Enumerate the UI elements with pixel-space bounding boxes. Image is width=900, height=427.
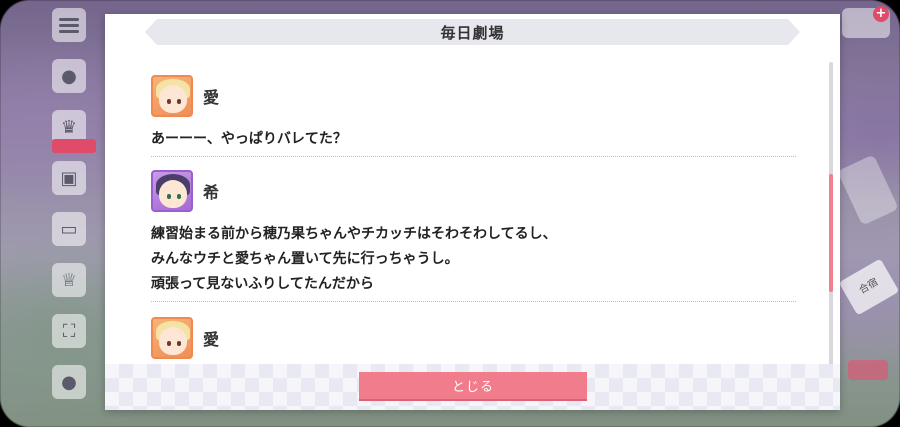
speaker-row: 愛 <box>151 316 796 360</box>
nozomi-avatar <box>151 170 193 212</box>
add-currency-button[interactable]: + <box>873 6 889 22</box>
scrollbar-track[interactable] <box>829 62 833 368</box>
ai-avatar <box>151 317 193 359</box>
expand-button[interactable]: ⛶ <box>52 314 86 348</box>
hamburger-icon <box>59 15 79 36</box>
entry-divider <box>151 156 796 157</box>
dialogue-line: 練習始まる前から穂乃果ちゃんやチカッチはそわそわしてるし、 みんなウチと愛ちゃん… <box>151 222 796 297</box>
close-button[interactable]: とじる <box>359 372 587 401</box>
background-banner <box>848 360 888 380</box>
log-entry: 愛 <box>151 316 796 360</box>
speaker-name: 希 <box>203 183 220 202</box>
dialog-log[interactable]: 愛 あーーー、やっぱりバレてた？ 希 練習始まる前から穂乃果ちゃんやチカッチはそ… <box>105 69 840 369</box>
tv-button[interactable]: ▭ <box>52 212 86 246</box>
crown-button[interactable]: ♕ <box>52 263 86 297</box>
dialogue-line-1: 練習始まる前から穂乃果ちゃんやチカッチはそわそわしてるし、 <box>151 226 557 242</box>
speaker-row: 愛 <box>151 74 796 118</box>
ai-avatar <box>151 75 193 117</box>
dialog-title: 毎日劇場 <box>440 23 505 42</box>
speaker-name: 愛 <box>203 330 220 349</box>
chat-button[interactable]: ● <box>52 59 86 93</box>
profile-icon: ● <box>61 371 77 393</box>
daily-theater-dialog: 毎日劇場 愛 あーーー、やっぱりバレてた？ 希 練習始まる前から穂乃果ちゃんやチ… <box>105 14 840 410</box>
side-menu: ● ♛ ▣ ▭ ♕ ⛶ ● <box>52 8 96 416</box>
gift-button[interactable]: ▣ <box>52 161 86 195</box>
speaker-name: 愛 <box>203 88 220 107</box>
scrollbar-thumb[interactable] <box>829 174 833 292</box>
entry-divider <box>151 301 796 302</box>
dialogue-line: あーーー、やっぱりバレてた？ <box>151 131 347 147</box>
log-entry: 愛 あーーー、やっぱりバレてた？ <box>151 74 796 157</box>
dialog-title-bar: 毎日劇場 <box>145 19 800 45</box>
chat-icon: ● <box>61 65 77 87</box>
crown-icon: ♕ <box>60 269 78 291</box>
gift-icon: ▣ <box>60 167 78 189</box>
dialogue-line-3: 頑張って見ないふりしてたんだから <box>151 276 374 292</box>
plus-icon: + <box>875 6 887 21</box>
log-entry: 希 練習始まる前から穂乃果ちゃんやチカッチはそわそわしてるし、 みんなウチと愛ち… <box>151 169 796 302</box>
event-icon: ♛ <box>60 116 78 138</box>
event-badge <box>52 139 96 153</box>
expand-icon: ⛶ <box>62 320 76 342</box>
dialogue-line-2: みんなウチと愛ちゃん置いて先に行っちゃうし。 <box>151 251 459 267</box>
profile-button[interactable]: ● <box>52 365 86 399</box>
menu-button[interactable] <box>52 8 86 42</box>
speaker-row: 希 <box>151 169 796 213</box>
tv-icon: ▭ <box>60 218 78 240</box>
